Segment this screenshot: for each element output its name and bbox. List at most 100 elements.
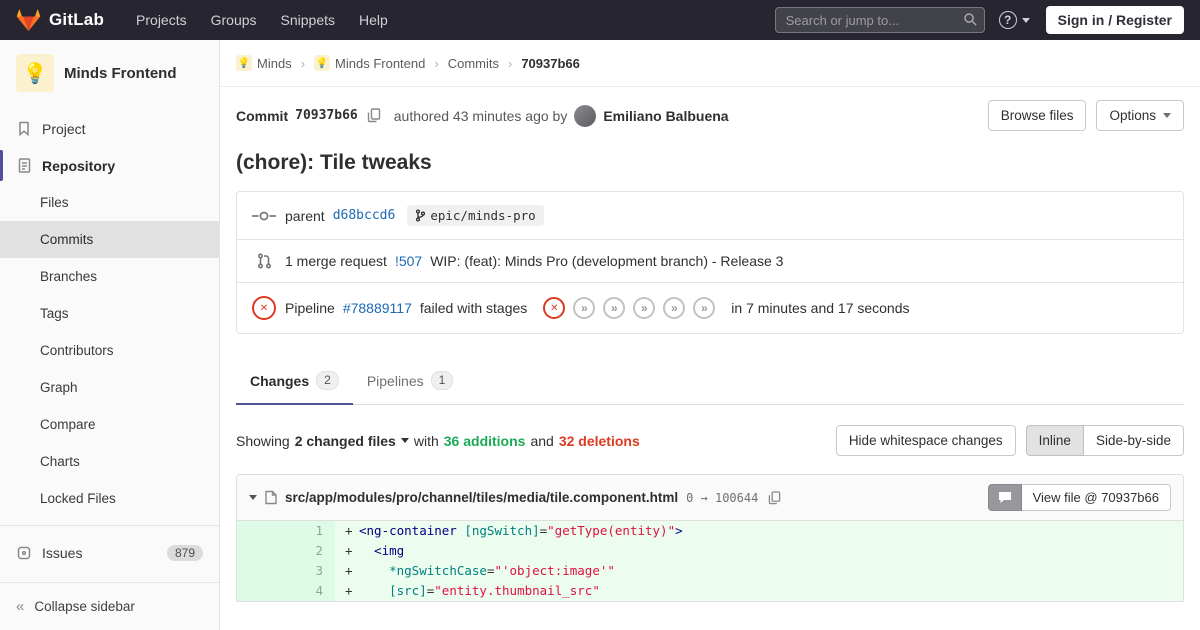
parent-row: parent d68bccd6 epic/minds-pro bbox=[237, 192, 1183, 239]
diff-line-number[interactable]: 4 bbox=[237, 581, 335, 601]
branch-ref-badge[interactable]: epic/minds-pro bbox=[407, 205, 543, 226]
diff-file-header: src/app/modules/pro/channel/tiles/media/… bbox=[237, 475, 1183, 521]
breadcrumb-project-link[interactable]: 💡 Minds Frontend bbox=[314, 55, 425, 71]
collapse-diff-icon[interactable] bbox=[249, 495, 257, 500]
commit-info-well: parent d68bccd6 epic/minds-pro bbox=[236, 191, 1184, 334]
sidebar-item-commits[interactable]: Commits bbox=[0, 221, 219, 258]
tab-changes[interactable]: Changes 2 bbox=[236, 360, 353, 405]
deletions-count: 32 deletions bbox=[559, 433, 640, 449]
nav-snippets[interactable]: Snippets bbox=[269, 0, 347, 40]
stage-skipped-icon[interactable] bbox=[603, 297, 625, 319]
breadcrumb-separator: › bbox=[301, 56, 305, 71]
file-icon bbox=[265, 490, 277, 505]
diff-line-code: + [src]="entity.thumbnail_src" bbox=[335, 581, 1183, 601]
repo-subnav: Files Commits Branches Tags Contributors… bbox=[0, 184, 219, 517]
commit-icon bbox=[251, 210, 277, 222]
sidebar-nav: Project Repository Files Commits Branche… bbox=[0, 110, 219, 571]
diff-line-number[interactable]: 2 bbox=[237, 541, 335, 561]
sidebar-item-charts[interactable]: Charts bbox=[0, 443, 219, 480]
author-name[interactable]: Emiliano Balbuena bbox=[603, 108, 728, 124]
options-dropdown-button[interactable]: Options bbox=[1096, 100, 1184, 131]
stage-failed-icon[interactable] bbox=[543, 297, 565, 319]
top-navbar: GitLab Projects Groups Snippets Help Sig… bbox=[0, 0, 1200, 40]
chevron-down-icon bbox=[1022, 18, 1030, 23]
tanuki-icon bbox=[16, 8, 41, 32]
sidebar-item-label: Project bbox=[42, 121, 86, 137]
mr-ref-link[interactable]: !507 bbox=[395, 253, 422, 269]
view-file-button[interactable]: View file @ 70937b66 bbox=[1022, 484, 1171, 511]
gitlab-logo[interactable]: GitLab bbox=[16, 8, 104, 32]
sidebar-item-branches[interactable]: Branches bbox=[0, 258, 219, 295]
toggle-comments-button[interactable] bbox=[988, 484, 1022, 511]
nav-help[interactable]: Help bbox=[347, 0, 400, 40]
pipeline-id-link[interactable]: #78889117 bbox=[343, 300, 412, 316]
project-avatar-small: 💡 bbox=[314, 55, 330, 71]
sidebar-item-compare[interactable]: Compare bbox=[0, 406, 219, 443]
sign-in-register-button[interactable]: Sign in / Register bbox=[1046, 6, 1184, 34]
project-name: Minds Frontend bbox=[64, 65, 177, 82]
double-chevron-left-icon bbox=[16, 598, 24, 615]
diff-line-number[interactable]: 1 bbox=[237, 521, 335, 541]
global-search bbox=[775, 7, 985, 33]
copy-path-button[interactable] bbox=[766, 489, 783, 507]
group-avatar: 💡 bbox=[236, 55, 252, 71]
pipeline-status-text: failed with stages bbox=[420, 300, 527, 316]
commit-sha: 70937b66 bbox=[295, 108, 358, 123]
side-by-side-view-button[interactable]: Side-by-side bbox=[1083, 425, 1184, 456]
pipeline-row: Pipeline #78889117 failed with stages in… bbox=[237, 282, 1183, 333]
sidebar-divider bbox=[0, 525, 219, 526]
stage-skipped-icon[interactable] bbox=[633, 297, 655, 319]
pipeline-label: Pipeline bbox=[285, 300, 335, 316]
project-context-header[interactable]: 💡 Minds Frontend bbox=[0, 40, 219, 104]
commit-label: Commit bbox=[236, 108, 288, 124]
changed-files-dropdown[interactable]: 2 changed files bbox=[295, 433, 409, 449]
pipeline-failed-status-icon[interactable] bbox=[251, 296, 277, 320]
parent-label: parent bbox=[285, 208, 325, 224]
diff-line: 3 + *ngSwitchCase="'object:image'" bbox=[237, 561, 1183, 581]
collapse-sidebar-button[interactable]: Collapse sidebar bbox=[0, 582, 219, 630]
commit-meta-row: Commit 70937b66 authored 43 minutes ago … bbox=[236, 100, 1184, 131]
diff-line: 4 + [src]="entity.thumbnail_src" bbox=[237, 581, 1183, 601]
nav-projects[interactable]: Projects bbox=[124, 0, 199, 40]
copy-sha-button[interactable] bbox=[365, 106, 383, 125]
brand-name: GitLab bbox=[49, 10, 104, 30]
tab-pipelines[interactable]: Pipelines 1 bbox=[353, 360, 468, 405]
stage-skipped-icon[interactable] bbox=[663, 297, 685, 319]
sidebar-item-locked-files[interactable]: Locked Files bbox=[0, 480, 219, 517]
sidebar-item-graph[interactable]: Graph bbox=[0, 369, 219, 406]
stage-skipped-icon[interactable] bbox=[573, 297, 595, 319]
stage-skipped-icon[interactable] bbox=[693, 297, 715, 319]
top-nav: Projects Groups Snippets Help bbox=[124, 0, 400, 40]
sidebar-item-repository[interactable]: Repository bbox=[0, 147, 219, 184]
search-icon[interactable] bbox=[963, 12, 978, 27]
help-menu[interactable] bbox=[999, 11, 1030, 29]
sidebar-item-tags[interactable]: Tags bbox=[0, 295, 219, 332]
copy-icon bbox=[768, 491, 781, 505]
breadcrumb-current-sha: 70937b66 bbox=[521, 56, 580, 71]
diff-content: 1 +<ng-container [ngSwitch]="getType(ent… bbox=[237, 521, 1183, 601]
project-sidebar: 💡 Minds Frontend Project Re bbox=[0, 40, 220, 630]
nav-groups[interactable]: Groups bbox=[199, 0, 269, 40]
issues-icon bbox=[16, 546, 32, 560]
diff-file-path[interactable]: src/app/modules/pro/channel/tiles/media/… bbox=[285, 490, 678, 505]
collapse-sidebar-label: Collapse sidebar bbox=[34, 599, 135, 614]
diff-line-number[interactable]: 3 bbox=[237, 561, 335, 581]
showing-text: Showing bbox=[236, 433, 290, 449]
breadcrumb-group-link[interactable]: 💡 Minds bbox=[236, 55, 292, 71]
author-avatar bbox=[574, 105, 596, 127]
breadcrumb-commits-link[interactable]: Commits bbox=[448, 56, 499, 71]
breadcrumb-separator: › bbox=[508, 56, 512, 71]
hide-whitespace-button[interactable]: Hide whitespace changes bbox=[836, 425, 1016, 456]
parent-sha-link[interactable]: d68bccd6 bbox=[333, 208, 396, 223]
browse-files-button[interactable]: Browse files bbox=[988, 100, 1087, 131]
question-icon bbox=[999, 11, 1017, 29]
authored-text: authored 43 minutes ago by bbox=[394, 108, 568, 124]
sidebar-item-project[interactable]: Project bbox=[0, 110, 219, 147]
diff-line-code: +<ng-container [ngSwitch]="getType(entit… bbox=[335, 521, 1183, 541]
sidebar-item-issues[interactable]: Issues 879 bbox=[0, 534, 219, 571]
chevron-down-icon bbox=[1163, 113, 1171, 118]
sidebar-item-contributors[interactable]: Contributors bbox=[0, 332, 219, 369]
sidebar-item-files[interactable]: Files bbox=[0, 184, 219, 221]
inline-view-button[interactable]: Inline bbox=[1026, 425, 1084, 456]
search-input[interactable] bbox=[775, 7, 985, 33]
